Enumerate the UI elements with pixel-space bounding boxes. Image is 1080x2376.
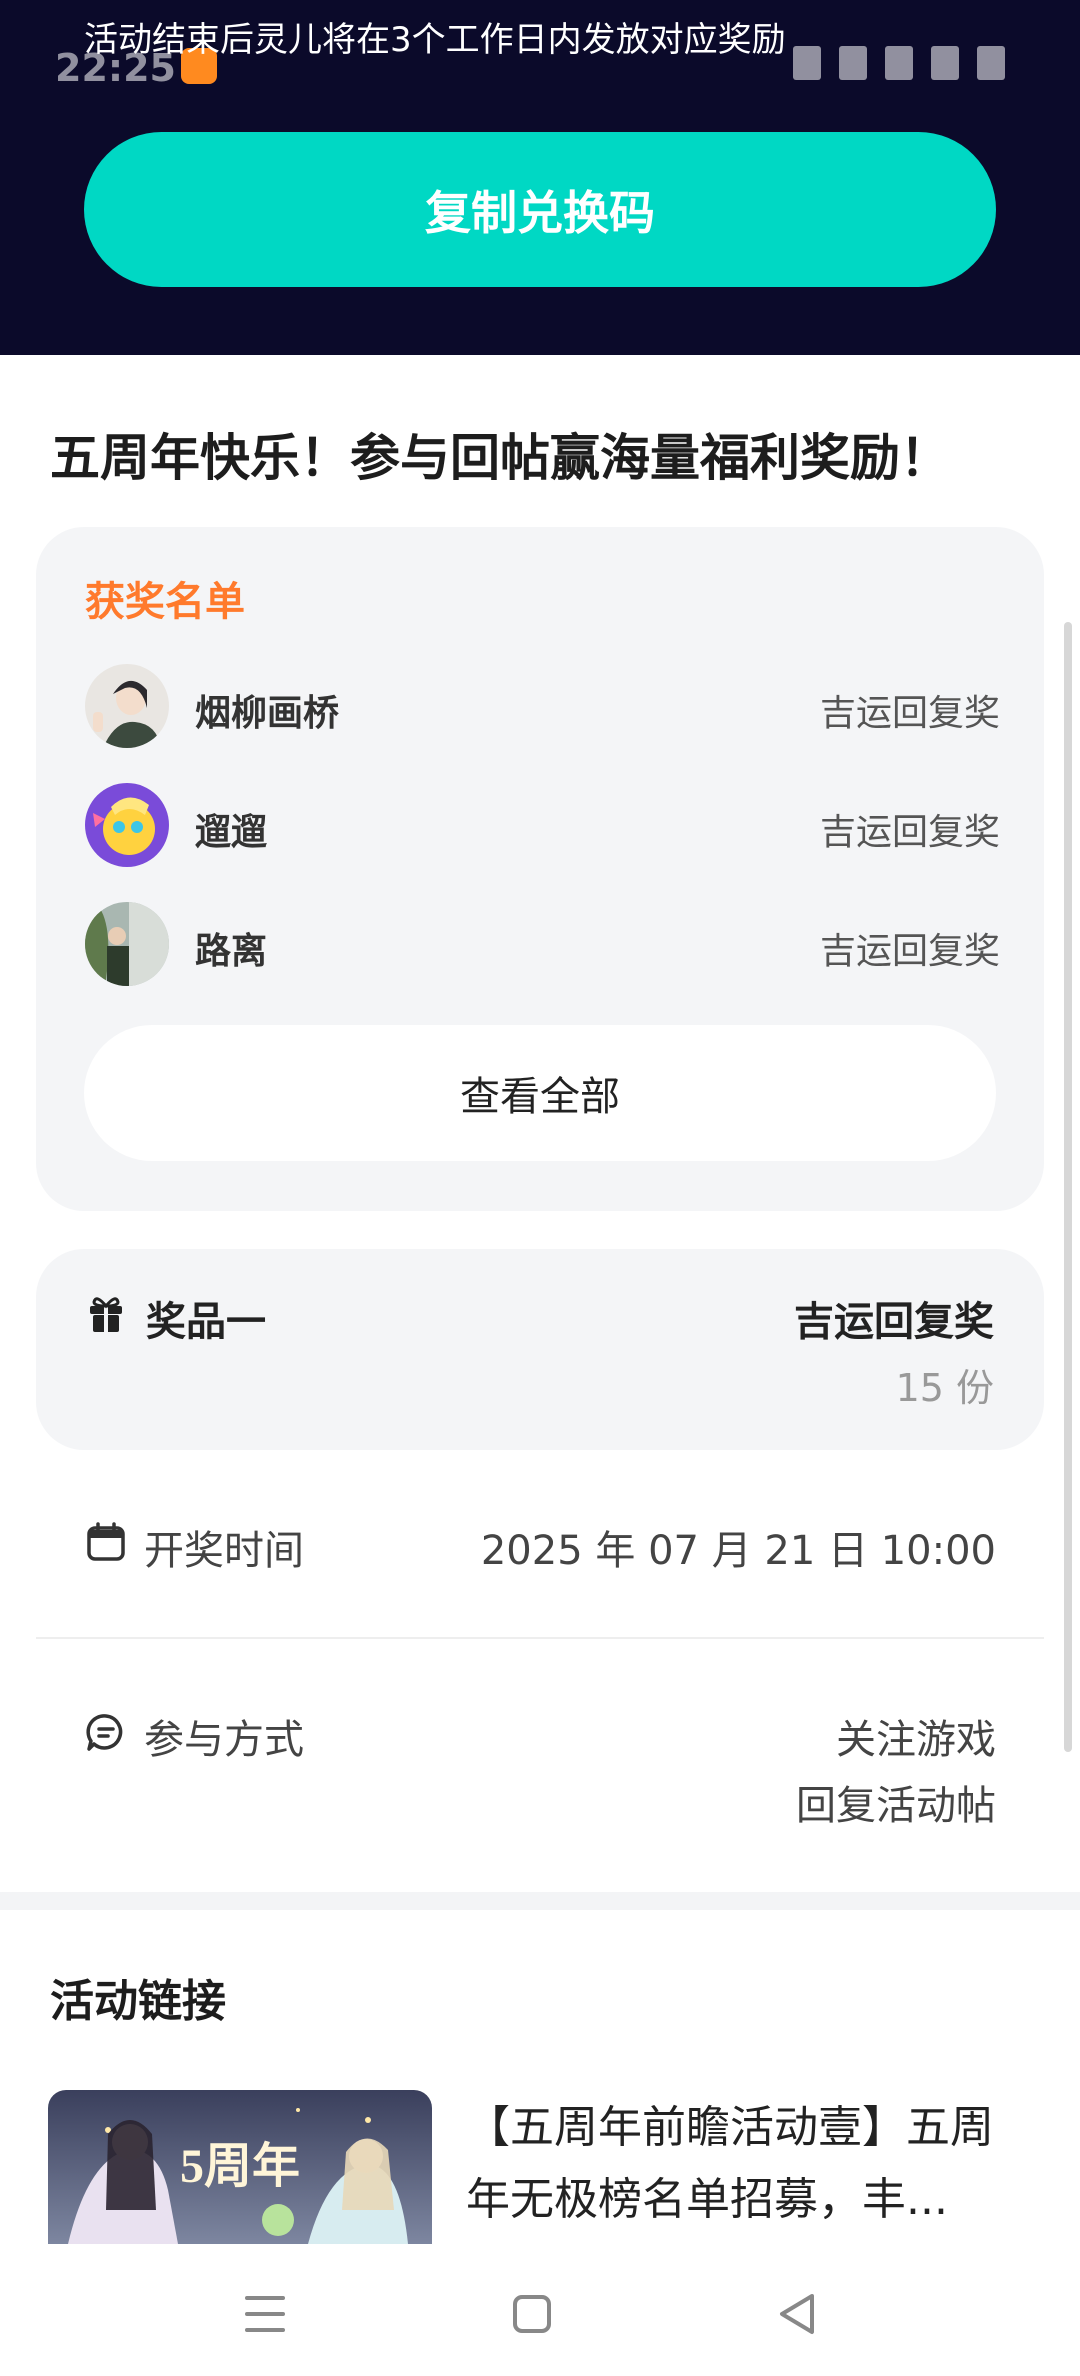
winner-row[interactable]: 路离 吉运回复奖 bbox=[85, 902, 1000, 986]
winner-award: 吉运回复奖 bbox=[819, 812, 1000, 853]
home-icon[interactable] bbox=[502, 2284, 562, 2344]
participation-label: 参与方式 bbox=[144, 1717, 304, 1763]
gift-icon bbox=[88, 1292, 124, 1334]
reward-notice: 活动结束后灵儿将在3个工作日内发放对应奖励 bbox=[84, 20, 786, 60]
divider bbox=[36, 1637, 1044, 1639]
status-icons bbox=[793, 46, 1005, 80]
avatar[interactable] bbox=[85, 783, 169, 867]
activity-thumbnail[interactable]: 5周年 bbox=[48, 2090, 432, 2244]
winners-title: 获奖名单 bbox=[85, 579, 245, 625]
prize-card: 奖品一 吉运回复奖 15 份 bbox=[36, 1249, 1044, 1450]
winner-row[interactable]: 遛遛 吉运回复奖 bbox=[85, 783, 1000, 867]
svg-text:5周年: 5周年 bbox=[180, 2140, 300, 2193]
top-banner: 22:25 活动结束后灵儿将在3个工作日内发放对应奖励 复制兑换码 bbox=[0, 0, 1080, 355]
back-icon[interactable] bbox=[768, 2284, 828, 2344]
system-nav-bar bbox=[0, 2244, 1080, 2376]
draw-time-value: 2025 年 07 月 21 日 10:00 bbox=[480, 1528, 996, 1574]
prize-count: 15 份 bbox=[895, 1366, 994, 1410]
draw-time-label: 开奖时间 bbox=[144, 1528, 304, 1574]
signal-icon bbox=[885, 46, 913, 80]
view-all-button[interactable]: 查看全部 bbox=[84, 1025, 996, 1161]
wifi-icon bbox=[839, 46, 867, 80]
avatar[interactable] bbox=[85, 902, 169, 986]
participation-method-2: 回复活动帖 bbox=[796, 1783, 996, 1829]
copy-code-button[interactable]: 复制兑换码 bbox=[84, 132, 996, 287]
calendar-icon bbox=[86, 1522, 126, 1562]
menu-icon[interactable] bbox=[235, 2284, 295, 2344]
page-title: 五周年快乐！参与回帖赢海量福利奖励！ bbox=[50, 429, 950, 487]
activity-link-title[interactable]: 【五周年前瞻活动壹】五周年无极榜名单招募，丰... bbox=[466, 2092, 1036, 2236]
winner-name: 遛遛 bbox=[195, 812, 268, 853]
winner-award: 吉运回复奖 bbox=[819, 931, 1000, 972]
section-separator bbox=[0, 1892, 1080, 1910]
vibrate-icon bbox=[793, 46, 821, 80]
chat-icon bbox=[86, 1712, 126, 1752]
winner-name: 烟柳画桥 bbox=[195, 693, 340, 734]
prize-name: 吉运回复奖 bbox=[794, 1299, 994, 1345]
prize-label: 奖品一 bbox=[146, 1299, 266, 1345]
participation-method-1: 关注游戏 bbox=[836, 1717, 996, 1763]
winner-award: 吉运回复奖 bbox=[819, 693, 1000, 734]
winners-card: 获奖名单 烟柳画桥 吉运回复奖 遛遛 吉运回复奖 路离 吉运回复奖 查看全部 bbox=[36, 527, 1044, 1211]
avatar[interactable] bbox=[85, 664, 169, 748]
battery-icon bbox=[977, 46, 1005, 80]
winner-name: 路离 bbox=[195, 931, 268, 972]
winner-row[interactable]: 烟柳画桥 吉运回复奖 bbox=[85, 664, 1000, 748]
links-title: 活动链接 bbox=[50, 1976, 226, 2027]
scrollbar[interactable] bbox=[1064, 622, 1072, 1752]
signal-icon bbox=[931, 46, 959, 80]
